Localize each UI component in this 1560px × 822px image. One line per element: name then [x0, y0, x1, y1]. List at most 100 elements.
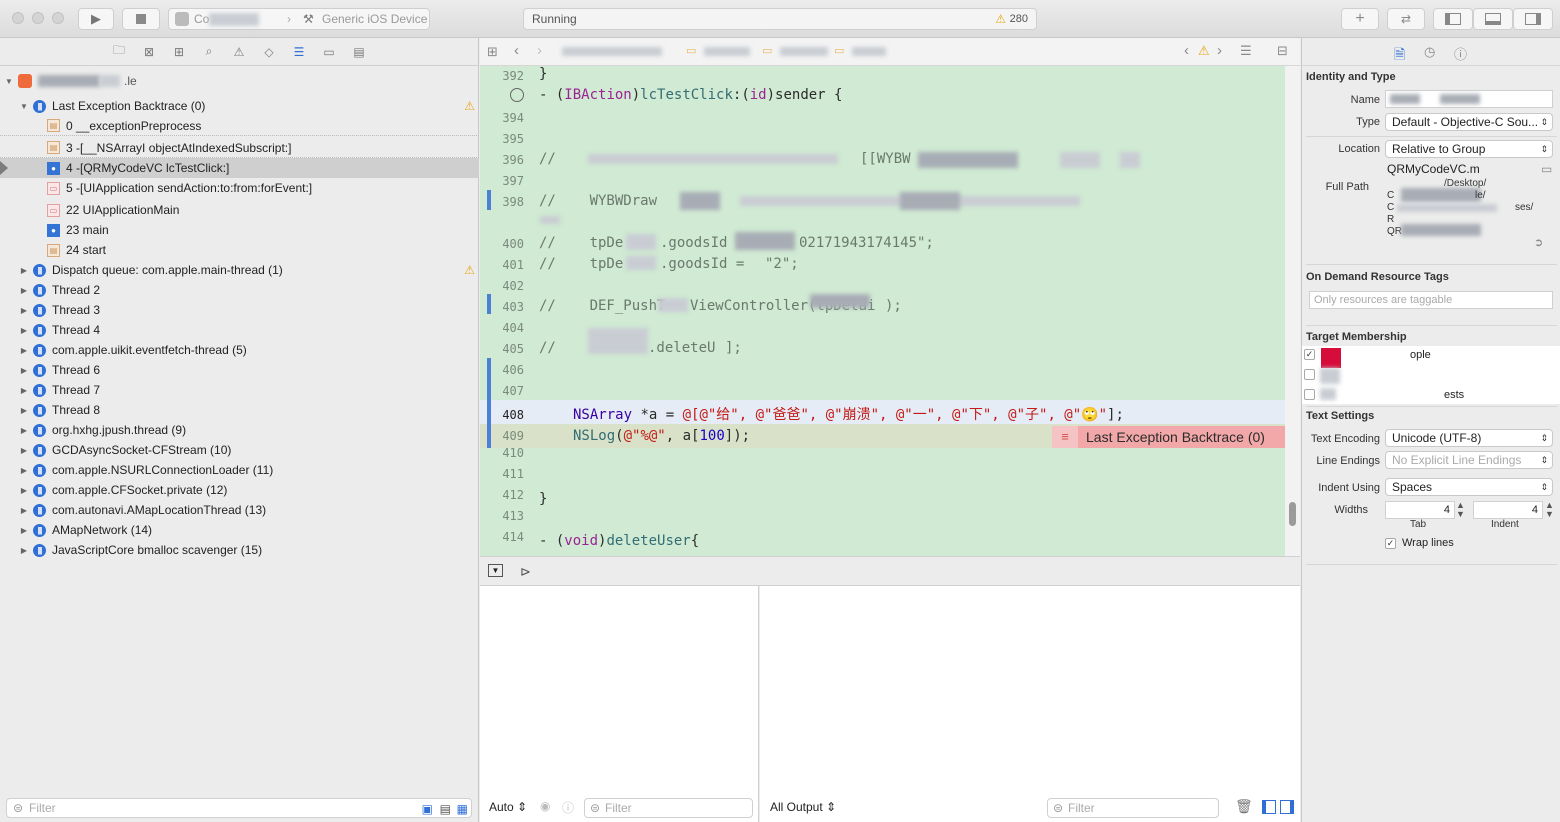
warning-count[interactable]: 280: [1010, 13, 1028, 25]
line-number[interactable]: 397: [480, 174, 524, 188]
thread-row[interactable]: ▼ ||| Last Exception Backtrace (0) ⚠: [0, 96, 479, 116]
name-field[interactable]: [1385, 90, 1553, 108]
line-number[interactable]: 410: [480, 446, 524, 460]
stack-frame-row[interactable]: ▤ 0 __exceptionPreprocess: [0, 116, 479, 136]
line-number[interactable]: 406: [480, 363, 524, 377]
breakpoint-icon[interactable]: ▭: [320, 45, 338, 59]
target-checkbox[interactable]: ✓: [1304, 349, 1315, 360]
source-control-icon[interactable]: ⊠: [140, 45, 158, 59]
disclosure-closed-icon[interactable]: ▶: [19, 346, 29, 355]
toggle-debug-area-button[interactable]: [1473, 8, 1513, 30]
stack-frame-row[interactable]: ● 23 main: [0, 220, 479, 240]
reveal-folder-icon[interactable]: ▭: [1541, 162, 1552, 176]
next-issue-icon[interactable]: ›: [1217, 42, 1222, 59]
disclosure-open-icon[interactable]: ▼: [19, 102, 29, 111]
line-number[interactable]: 401: [480, 258, 524, 272]
thread-row[interactable]: ▶ ||| AMapNetwork (14): [0, 520, 479, 540]
warning-icon[interactable]: ⚠: [995, 12, 1006, 26]
source-editor[interactable]: 392 394 395 396 397 398 400 401 402 403 404 405 406 4…: [480, 66, 1285, 556]
add-editor-icon[interactable]: ⊟: [1277, 43, 1288, 59]
minimize-window-button[interactable]: [32, 12, 44, 24]
console-view[interactable]: All Output ⇕ ⊜ Filter 🗑: [760, 586, 1300, 822]
forward-icon[interactable]: ›: [537, 42, 542, 59]
library-button[interactable]: +: [1341, 8, 1379, 30]
stack-frame-row[interactable]: ● 4 -[QRMyCodeVC lcTestClick:]: [0, 158, 479, 178]
eye-icon[interactable]: ◉: [540, 799, 550, 813]
line-endings-popup[interactable]: No Explicit Line Endings ⇕: [1385, 451, 1553, 469]
thread-row[interactable]: ▶ ||| Thread 7: [0, 380, 479, 400]
thread-row[interactable]: ▶ ||| org.hxhg.jpush.thread (9): [0, 420, 479, 440]
pause-thread-icon[interactable]: ▣: [422, 800, 433, 818]
disclosure-closed-icon[interactable]: ▶: [19, 306, 29, 315]
console-filter-field[interactable]: ⊜ Filter: [1047, 798, 1219, 818]
thread-row[interactable]: ▶ ||| Thread 8: [0, 400, 479, 420]
breakpoints-toggle-icon[interactable]: ⊳: [520, 564, 531, 580]
resource-tags-field[interactable]: Only resources are taggable: [1309, 291, 1553, 309]
output-popup[interactable]: All Output ⇕: [770, 800, 836, 814]
thread-row[interactable]: ▶ ||| Thread 2: [0, 280, 479, 300]
back-icon[interactable]: ‹: [514, 42, 519, 59]
toggle-inspector-button[interactable]: [1513, 8, 1553, 30]
disclosure-closed-icon[interactable]: ▶: [19, 426, 29, 435]
disclosure-closed-icon[interactable]: ▶: [19, 366, 29, 375]
file-icon[interactable]: 🗎: [1394, 44, 1405, 68]
thread-row[interactable]: ▶ ||| com.apple.uikit.eventfetch-thread (5…: [0, 340, 479, 360]
indent-width-field[interactable]: 4: [1473, 501, 1543, 519]
line-number[interactable]: 402: [480, 279, 524, 293]
hide-debug-area-icon[interactable]: ▼: [488, 564, 503, 577]
report-icon[interactable]: ▤: [350, 45, 368, 59]
scheme-selector[interactable]: Co › ⚒ Generic iOS Device: [168, 8, 430, 30]
disclosure-closed-icon[interactable]: ▶: [19, 406, 29, 415]
stack-frame-row[interactable]: ▭ 22 UIApplicationMain: [0, 200, 479, 220]
previous-issue-icon[interactable]: ‹: [1184, 42, 1189, 59]
line-number[interactable]: 400: [480, 237, 524, 251]
disclosure-closed-icon[interactable]: ▶: [19, 526, 29, 535]
stack-frame-row[interactable]: ▤ 24 start: [0, 240, 479, 260]
stack-frame-row[interactable]: ▤ 3 -[__NSArrayI objectAtIndexedSubscript…: [0, 138, 479, 158]
line-number[interactable]: 414: [480, 530, 524, 544]
editor-scrollbar[interactable]: [1285, 66, 1300, 556]
line-number[interactable]: 392: [480, 69, 524, 83]
exception-annotation[interactable]: ≡ Last Exception Backtrace (0): [1052, 426, 1285, 448]
disclosure-closed-icon[interactable]: ▶: [19, 506, 29, 515]
thread-row[interactable]: ▶ ||| Dispatch queue: com.apple.main-threa…: [0, 260, 479, 280]
issue-warning-icon[interactable]: ⚠: [1198, 43, 1210, 59]
line-number[interactable]: 409: [480, 429, 524, 443]
scroll-thumb[interactable]: [1289, 502, 1296, 526]
disclosure-closed-icon[interactable]: ▶: [19, 446, 29, 455]
disclosure-closed-icon[interactable]: ▶: [19, 486, 29, 495]
line-number[interactable]: 394: [480, 111, 524, 125]
line-number[interactable]: 396: [480, 153, 524, 167]
stack-frame-row[interactable]: ▭ 5 -[UIApplication sendAction:to:from:fo…: [0, 178, 479, 198]
tab-width-field[interactable]: 4: [1385, 501, 1455, 519]
disclosure-closed-icon[interactable]: ▶: [19, 326, 29, 335]
line-number[interactable]: 398: [480, 195, 524, 209]
folder-icon[interactable]: 🗀: [110, 41, 128, 62]
text-encoding-popup[interactable]: Unicode (UTF-8) ⇕: [1385, 429, 1553, 447]
line-number[interactable]: 412: [480, 488, 524, 502]
thread-row[interactable]: ▶ ||| com.apple.NSURLConnectionLoader (11): [0, 460, 479, 480]
disclosure-closed-icon[interactable]: ▶: [19, 466, 29, 475]
crashed-only-icon[interactable]: ▦: [457, 800, 468, 818]
disclosure-closed-icon[interactable]: ▶: [19, 286, 29, 295]
close-window-button[interactable]: [12, 12, 24, 24]
line-number[interactable]: 403: [480, 300, 524, 314]
trash-icon[interactable]: 🗑: [1235, 798, 1253, 815]
disclosure-closed-icon[interactable]: ▶: [19, 546, 29, 555]
variables-filter-field[interactable]: ⊜ Filter: [584, 798, 753, 818]
history-icon[interactable]: ◷: [1424, 44, 1435, 60]
disclosure-open-icon[interactable]: ▼: [4, 77, 14, 86]
zoom-window-button[interactable]: [52, 12, 64, 24]
related-items-icon[interactable]: ⊞: [487, 44, 498, 60]
editor-options-icon[interactable]: ☰: [1240, 43, 1252, 59]
stop-button[interactable]: [122, 8, 160, 30]
ibaction-connection-icon[interactable]: [510, 88, 524, 102]
toggle-navigator-button[interactable]: [1433, 8, 1473, 30]
debug-list-icon[interactable]: ☰: [290, 45, 308, 59]
symbol-icon[interactable]: ⊞: [170, 45, 188, 59]
thread-row[interactable]: ▶ ||| Thread 4: [0, 320, 479, 340]
reveal-arrow-icon[interactable]: ➲: [1534, 236, 1543, 249]
console-view-toggle-icon[interactable]: [1280, 800, 1294, 814]
thread-row[interactable]: ▶ ||| GCDAsyncSocket-CFStream (10): [0, 440, 479, 460]
indent-width-stepper[interactable]: ▲ ▼: [1545, 501, 1554, 519]
